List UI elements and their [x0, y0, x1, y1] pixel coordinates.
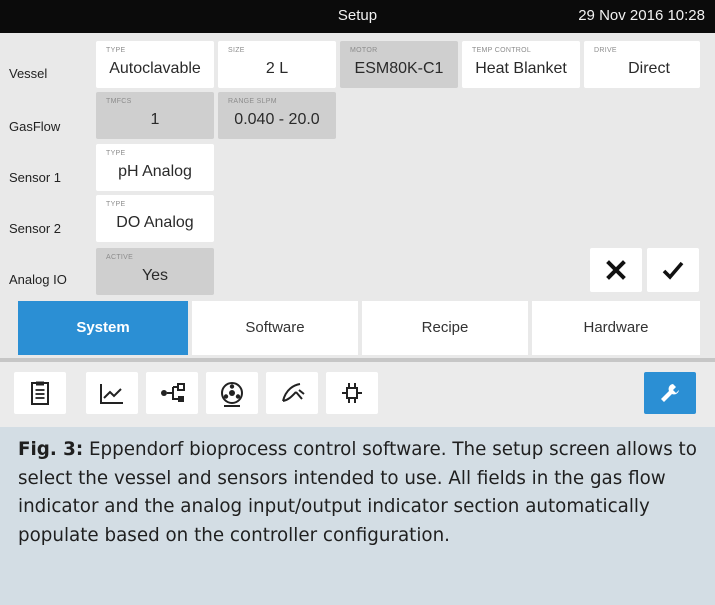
- vessel-temp-control-field[interactable]: TEMP CONTROL Heat Blanket: [462, 41, 580, 88]
- pump-icon: [221, 382, 243, 407]
- gasflow-range-field: RANGE SLPM 0.040 - 20.0: [218, 92, 336, 139]
- probe-icon: [282, 383, 305, 402]
- field-caption: TMFCS: [106, 98, 132, 105]
- sensor1-label: Sensor 1: [9, 170, 62, 185]
- field-caption: TYPE: [106, 47, 126, 54]
- date-time: 29 Nov 2016 10:28: [578, 7, 705, 24]
- field-caption: RANGE SLPM: [228, 98, 277, 105]
- tab-hardware[interactable]: Hardware: [532, 301, 700, 355]
- vessel-type-field[interactable]: TYPE Autoclavable: [96, 41, 214, 88]
- close-icon: [606, 260, 626, 280]
- tab-software[interactable]: Software: [192, 301, 358, 355]
- field-value: Yes: [141, 267, 169, 284]
- trend-button[interactable]: [86, 372, 138, 414]
- bottom-toolbar: [0, 362, 715, 427]
- sensor2-label: Sensor 2: [9, 221, 62, 236]
- io-module-icon: [342, 383, 362, 403]
- clipboard-icon: [31, 381, 49, 405]
- vessel-size-field[interactable]: SIZE 2 L: [218, 41, 336, 88]
- sensor1-type-field[interactable]: TYPE pH Analog: [96, 144, 214, 191]
- probe-button[interactable]: [266, 372, 318, 414]
- gasflow-tmfcs-field: TMFCS 1: [96, 92, 214, 139]
- title-bar: Setup 29 Nov 2016 10:28: [0, 0, 715, 33]
- field-value: ESM80K-C1: [354, 60, 444, 77]
- cancel-button[interactable]: [590, 248, 642, 292]
- clipboard-button[interactable]: [14, 372, 66, 414]
- field-caption: SIZE: [228, 47, 245, 54]
- field-value: 2 L: [265, 60, 289, 77]
- field-caption: MOTOR: [350, 47, 378, 54]
- field-value: Direct: [628, 60, 670, 77]
- caption-text: Eppendorf bioprocess control software. T…: [18, 439, 697, 546]
- vessel-label: Vessel: [9, 66, 48, 81]
- analogio-label: Analog IO: [9, 272, 67, 287]
- vessel-motor-field: MOTOR ESM80K-C1: [340, 41, 458, 88]
- io-module-button[interactable]: [326, 372, 378, 414]
- field-value: Heat Blanket: [475, 60, 567, 77]
- confirm-button[interactable]: [647, 248, 699, 292]
- field-caption: TEMP CONTROL: [472, 47, 532, 54]
- sensor2-type-field[interactable]: TYPE DO Analog: [96, 195, 214, 242]
- wrench-icon: [661, 384, 679, 402]
- field-caption: ACTIVE: [106, 254, 134, 261]
- connection-icon: [161, 383, 185, 402]
- figure-label: Fig. 3:: [18, 439, 84, 460]
- field-value: pH Analog: [118, 163, 192, 180]
- tab-system[interactable]: System: [18, 301, 188, 355]
- connection-button[interactable]: [146, 372, 198, 414]
- tab-bar: System Software Recipe Hardware: [18, 301, 700, 355]
- field-value: Autoclavable: [109, 60, 201, 77]
- field-value: 1: [150, 111, 160, 128]
- checkmark-icon: [662, 261, 684, 280]
- vessel-drive-field[interactable]: DRIVE Direct: [584, 41, 700, 88]
- settings-button[interactable]: [644, 372, 696, 414]
- setup-panel: Vessel TYPE Autoclavable SIZE 2 L MOTOR …: [0, 33, 715, 358]
- figure-caption: Fig. 3: Eppendorf bioprocess control sof…: [0, 427, 715, 605]
- field-value: 0.040 - 20.0: [234, 111, 320, 128]
- field-caption: DRIVE: [594, 47, 617, 54]
- field-caption: TYPE: [106, 150, 126, 157]
- trend-chart-icon: [100, 384, 123, 404]
- analogio-active-field: ACTIVE Yes: [96, 248, 214, 295]
- tab-recipe[interactable]: Recipe: [362, 301, 528, 355]
- field-value: DO Analog: [116, 214, 194, 231]
- gasflow-label: GasFlow: [9, 119, 61, 134]
- pump-button[interactable]: [206, 372, 258, 414]
- field-caption: TYPE: [106, 201, 126, 208]
